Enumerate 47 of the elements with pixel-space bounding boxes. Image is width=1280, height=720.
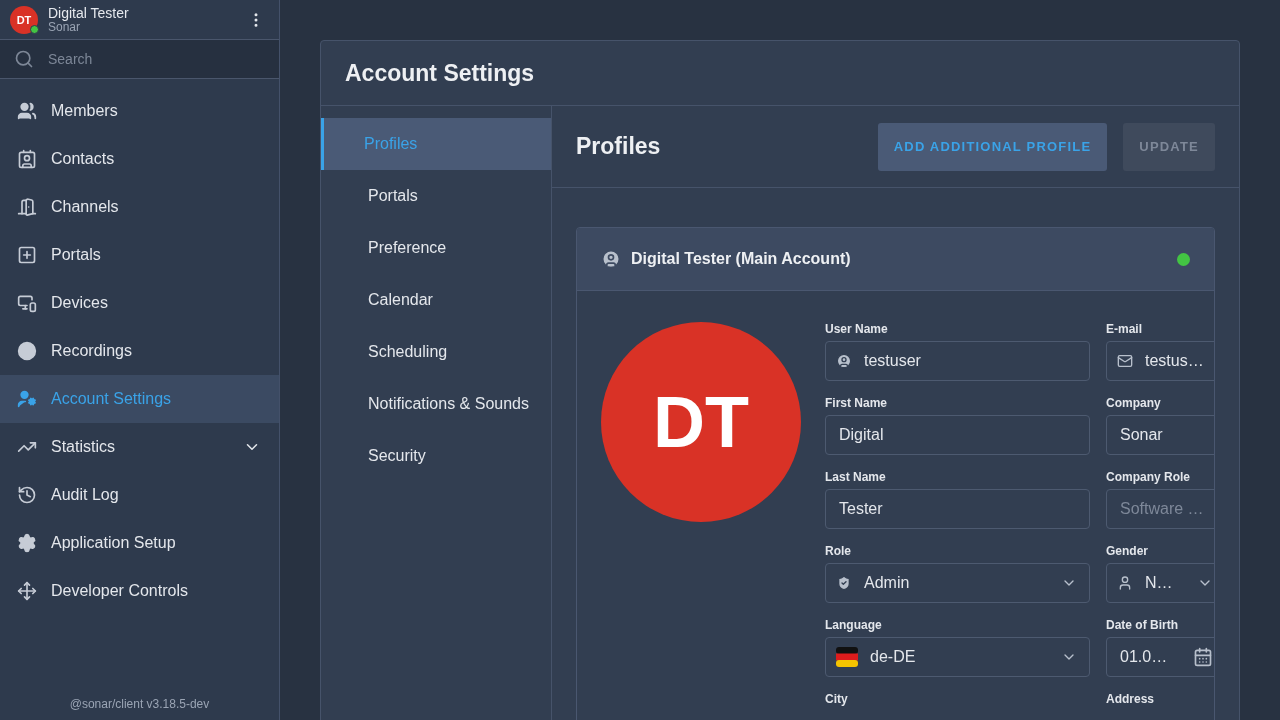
nav-item[interactable]: Audit Log [0,471,279,519]
field-label: Gender [1106,544,1149,558]
input-field[interactable]: Digital [825,415,1090,455]
nav-item[interactable]: Recordings [0,327,279,375]
nav-item[interactable]: Statistics [0,423,279,471]
field-label: City [825,692,849,706]
field-label: Company [1106,396,1162,410]
nav-item[interactable]: Portals [0,231,279,279]
field-label: User Name [825,322,889,336]
settings-tab[interactable]: Notifications & Sounds [321,378,551,430]
field-label: Last Name [825,470,887,484]
field-label: Address [1106,692,1156,706]
field-label: Role [825,544,852,558]
settings-tab[interactable]: Calendar [321,274,551,326]
profile-avatar[interactable]: DT [601,322,801,522]
settings-tab[interactable]: Preference [321,222,551,274]
field-label: Language [825,618,883,632]
nav-item[interactable]: Developer Controls [0,567,279,615]
search-field[interactable]: Search [46,50,265,68]
profile-title: Digital Tester (Main Account) [631,250,852,268]
section-title: Profiles [576,133,662,160]
field-label: First Name [825,396,889,410]
user-name: Digital Tester [48,5,130,21]
input-field[interactable]: testus… [1106,341,1214,381]
nav-item[interactable]: Channels [0,183,279,231]
input-field[interactable]: Sonar [1106,415,1214,455]
settings-tab[interactable]: Portals [321,170,551,222]
user-avatar[interactable]: DT [10,5,38,34]
version-text: @sonar/client v3.18.5-dev [68,697,211,713]
input-field[interactable]: testuser [825,341,1090,381]
search-bar[interactable]: Search [0,40,279,79]
date-field[interactable]: 01.0… [1106,637,1214,677]
select-field[interactable]: Admin [825,563,1090,603]
settings-tab[interactable]: Scheduling [321,326,551,378]
settings-tab[interactable]: Security [321,430,551,482]
field-label: E-mail [1106,322,1143,336]
nav-item[interactable]: Devices [0,279,279,327]
select-field[interactable]: N… [1106,563,1214,603]
field-label: Date of Birth [1106,618,1179,632]
nav-item[interactable]: Application Setup [0,519,279,567]
nav-item[interactable]: Members [0,87,279,135]
select-field[interactable]: de-DE [825,637,1090,677]
nav-item[interactable]: Contacts [0,135,279,183]
field-label: Company Role [1106,470,1191,484]
user-org: Sonar [48,21,81,34]
panel-title: Account Settings [345,59,535,87]
input-field[interactable]: Tester [825,489,1090,529]
